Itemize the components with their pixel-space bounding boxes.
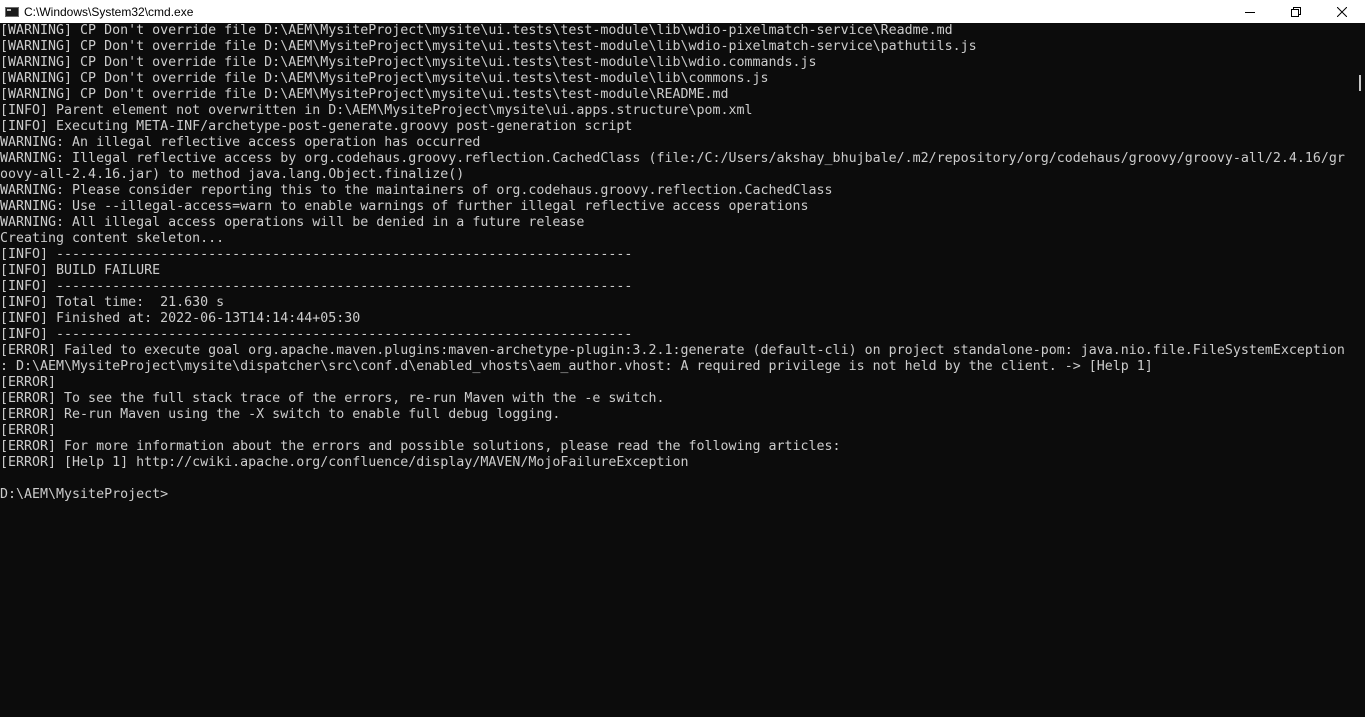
scrollbar-thumb[interactable] [1359,75,1361,91]
close-button[interactable] [1319,0,1365,23]
console-line: [INFO] Parent element not overwritten in… [0,103,753,118]
console-line: WARNING: Please consider reporting this … [0,183,833,198]
console-line: [INFO] ---------------------------------… [0,327,633,342]
console-line: : D:\AEM\MysiteProject\mysite\dispatcher… [0,359,1153,374]
cmd-window: C:\Windows\System32\cmd.exe [WARNING] CP… [0,0,1365,717]
console-line: D:\AEM\MysiteProject> [0,487,169,502]
console-line: [INFO] BUILD FAILURE [0,263,161,278]
console-line: [WARNING] CP Don't override file D:\AEM\… [0,55,817,70]
console-line: Creating content skeleton... [0,231,225,246]
console-line: [WARNING] CP Don't override file D:\AEM\… [0,39,977,54]
console-line: [ERROR] For more information about the e… [0,439,841,454]
console-line: [INFO] ---------------------------------… [0,247,633,262]
console-line: WARNING: An illegal reflective access op… [0,135,481,150]
console-line: [ERROR] Re-run Maven using the -X switch… [0,407,561,422]
window-controls [1227,0,1365,23]
console-line: [INFO] Finished at: 2022-06-13T14:14:44+… [0,311,361,326]
console-line: [WARNING] CP Don't override file D:\AEM\… [0,23,953,38]
console-line: [WARNING] CP Don't override file D:\AEM\… [0,87,729,102]
minimize-button[interactable] [1227,0,1273,23]
restore-icon [1291,6,1301,17]
title-bar[interactable]: C:\Windows\System32\cmd.exe [0,0,1365,23]
console-line: [INFO] ---------------------------------… [0,279,633,294]
console-line: [ERROR] [0,423,57,438]
console-line: [INFO] Total time: 21.630 s [0,295,225,310]
console-line: [ERROR] To see the full stack trace of t… [0,391,665,406]
console-line: WARNING: Use --illegal-access=warn to en… [0,199,809,214]
console-line: [ERROR] Failed to execute goal org.apach… [0,343,1345,358]
console-line: [ERROR] [Help 1] http://cwiki.apache.org… [0,455,689,470]
cmd-icon[interactable] [5,6,19,17]
minimize-icon [1245,11,1255,13]
console-line: [ERROR] [0,375,57,390]
console-line: WARNING: All illegal access operations w… [0,215,585,230]
console-line: [WARNING] CP Don't override file D:\AEM\… [0,71,769,86]
console-line: oovy-all-2.4.16.jar) to method java.lang… [0,167,465,182]
maximize-button[interactable] [1273,0,1319,23]
console-line: [INFO] Executing META-INF/archetype-post… [0,119,633,134]
console-output[interactable]: [WARNING] CP Don't override file D:\AEM\… [0,23,1354,717]
console-line: WARNING: Illegal reflective access by or… [0,151,1345,166]
close-icon [1337,6,1347,17]
window-title: C:\Windows\System32\cmd.exe [24,4,194,19]
vertical-scrollbar[interactable] [1354,23,1365,717]
